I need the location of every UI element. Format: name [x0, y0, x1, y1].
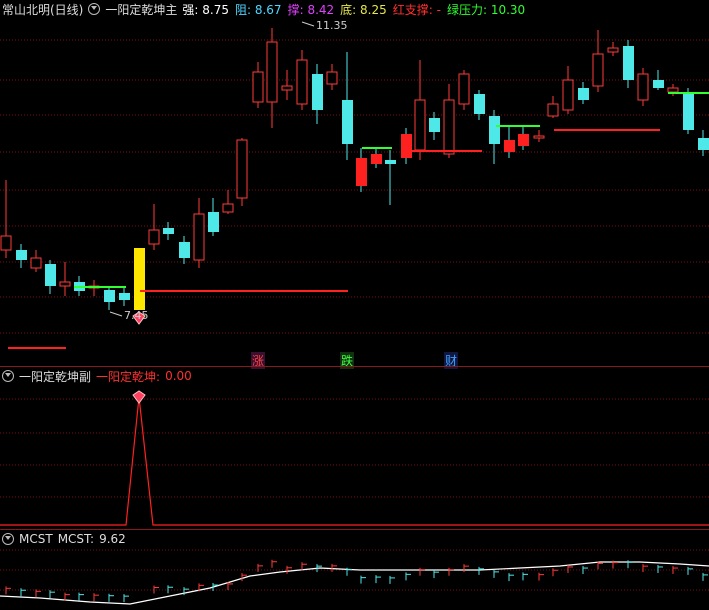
candle-body-up	[30, 257, 42, 269]
candle-body-up	[236, 139, 248, 199]
candle-body-down	[385, 160, 396, 164]
candle-body-up	[193, 213, 205, 261]
candle-body-down	[163, 228, 174, 234]
candle-body-solid-up	[356, 158, 367, 186]
candle-body-up	[148, 229, 160, 245]
candle-body-up	[252, 71, 264, 103]
candle-body-down	[623, 46, 634, 80]
candle-body-up	[667, 87, 679, 93]
candle-body-down	[208, 212, 219, 232]
candle-body-up	[443, 99, 455, 155]
candle-body-solid-up	[371, 154, 382, 164]
candle-body-up	[0, 235, 12, 251]
candle-body-down	[578, 88, 589, 100]
sub-indicator-chart[interactable]	[0, 367, 709, 529]
mcst-pane: MCST MCST: 9.62	[0, 530, 709, 610]
candle-body-solid-up	[504, 140, 515, 152]
candle-body-down	[474, 94, 485, 114]
low-price-label: 7.45	[124, 309, 149, 322]
mcst-cost-line	[0, 561, 709, 605]
candle-body-up	[547, 103, 559, 117]
diamond-icon	[132, 390, 146, 404]
sub-chart-pane: 一阳定乾坤副 一阳定乾坤: 0.00	[0, 367, 709, 529]
candle-body-down	[45, 264, 56, 286]
candle-body-down	[342, 100, 353, 144]
candle-body-down	[16, 250, 27, 260]
mcst-chart[interactable]	[0, 530, 709, 610]
candle-body-up	[592, 53, 604, 87]
candle-body-down	[104, 290, 115, 302]
candle-body-up	[414, 99, 426, 151]
signal-candle	[134, 248, 145, 310]
candle-body-up	[637, 73, 649, 101]
main-chart-pane: 常山北明(日线) 一阳定乾坤主 强: 8.75 阻: 8.67 撑: 8.42 底: …	[0, 0, 709, 369]
candle-body-down	[119, 293, 130, 300]
candle-body-up	[59, 281, 71, 287]
candle-body-down	[429, 118, 440, 132]
candlestick-chart[interactable]	[0, 0, 709, 365]
candle-body-up	[607, 47, 619, 53]
candle-body-solid-up	[401, 134, 412, 158]
high-price-label: 11.35	[316, 19, 348, 32]
candle-body-up	[222, 203, 234, 213]
sub-indicator-line	[0, 396, 709, 526]
low-marker-arrow	[109, 311, 123, 317]
candle-body-up	[296, 59, 308, 105]
candle-body-down	[489, 116, 500, 144]
candle-body-up	[266, 41, 278, 103]
candle-body-down	[179, 242, 190, 258]
candle-body-down	[653, 80, 664, 88]
candle-body-down	[683, 94, 694, 130]
candle-body-solid-up	[518, 134, 529, 146]
candle-body-up	[326, 71, 338, 85]
candle-body-up	[281, 85, 293, 91]
high-marker-arrow	[301, 21, 315, 27]
candle-body-down	[312, 74, 323, 110]
candle-body-up	[533, 135, 545, 139]
candle-body-up	[458, 73, 470, 105]
candle-body-up	[562, 79, 574, 111]
candle-body-down	[698, 138, 709, 150]
